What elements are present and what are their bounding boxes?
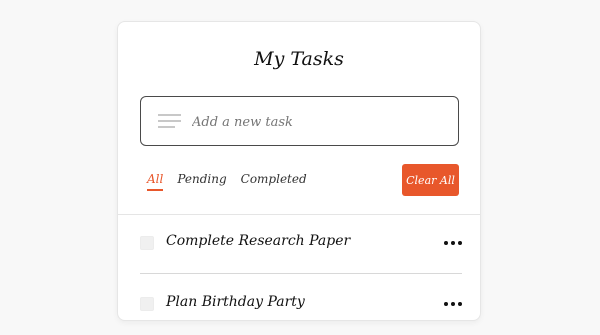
task-input-container[interactable] <box>140 96 459 146</box>
task-label: Complete Research Paper <box>166 233 351 249</box>
tab-pending[interactable]: Pending <box>177 172 226 191</box>
notes-icon <box>158 114 181 130</box>
row-divider <box>140 273 462 274</box>
header-divider <box>118 214 480 215</box>
task-input[interactable] <box>192 109 442 135</box>
task-item: Complete Research Paper <box>140 220 462 274</box>
task-label: Plan Birthday Party <box>166 294 305 310</box>
more-options-icon[interactable] <box>444 241 462 245</box>
page-title: My Tasks <box>254 48 344 70</box>
more-options-icon[interactable] <box>444 302 462 306</box>
task-item: Plan Birthday Party <box>140 281 462 335</box>
tasks-card: My Tasks All Pending Completed Clear All… <box>117 21 481 321</box>
task-checkbox[interactable] <box>140 236 154 250</box>
tab-completed[interactable]: Completed <box>241 172 307 191</box>
clear-all-button[interactable]: Clear All <box>402 164 459 196</box>
tab-all[interactable]: All <box>147 172 164 191</box>
task-checkbox[interactable] <box>140 297 154 311</box>
filter-tabs: All Pending Completed <box>147 172 307 191</box>
